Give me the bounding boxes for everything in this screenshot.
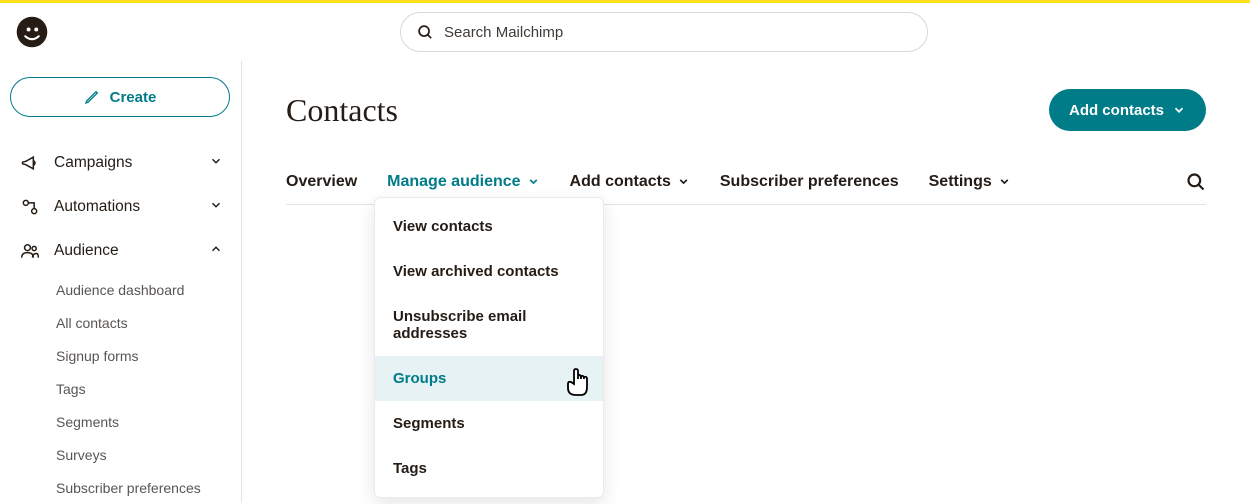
tab-settings[interactable]: Settings <box>929 159 1011 204</box>
add-contacts-button[interactable]: Add contacts <box>1049 89 1206 131</box>
add-contacts-label: Add contacts <box>1069 102 1164 119</box>
search-placeholder: Search Mailchimp <box>444 24 563 41</box>
search-input[interactable]: Search Mailchimp <box>400 12 928 52</box>
sidebar-item-campaigns[interactable]: Campaigns <box>10 141 231 185</box>
dropdown-item-tags[interactable]: Tags <box>375 446 603 491</box>
search-icon <box>417 24 434 41</box>
mailchimp-logo[interactable] <box>12 12 52 52</box>
dropdown-item-unsubscribe-email-addresses[interactable]: Unsubscribe email addresses <box>375 294 603 356</box>
search-icon <box>1186 172 1206 192</box>
chevron-down-icon <box>998 175 1011 188</box>
chevron-down-icon <box>209 154 223 173</box>
create-button-label: Create <box>110 89 157 106</box>
sidebar-sub-surveys[interactable]: Surveys <box>56 438 231 471</box>
manage-audience-dropdown: View contacts View archived contacts Uns… <box>374 197 604 498</box>
tab-overview[interactable]: Overview <box>286 159 357 204</box>
chevron-down-icon <box>1172 103 1186 117</box>
sidebar-sub-subscriber-preferences[interactable]: Subscriber preferences <box>56 471 231 504</box>
dropdown-item-segments[interactable]: Segments <box>375 401 603 446</box>
sidebar-item-label: Audience <box>54 242 119 260</box>
create-button[interactable]: Create <box>10 77 230 117</box>
chevron-down-icon <box>677 175 690 188</box>
sidebar-item-label: Campaigns <box>54 154 132 172</box>
chevron-down-icon <box>527 175 540 188</box>
pencil-icon <box>84 89 100 105</box>
sidebar-item-audience[interactable]: Audience <box>10 229 231 273</box>
sidebar-sub-all-contacts[interactable]: All contacts <box>56 306 231 339</box>
sidebar: Create Campaigns Automations Audience <box>0 61 242 503</box>
chevron-down-icon <box>209 198 223 217</box>
contacts-search-button[interactable] <box>1186 172 1206 192</box>
dropdown-item-view-contacts[interactable]: View contacts <box>375 204 603 249</box>
mailchimp-logo-icon <box>15 15 49 49</box>
page-title: Contacts <box>286 92 398 129</box>
chevron-up-icon <box>209 242 223 261</box>
dropdown-item-view-archived-contacts[interactable]: View archived contacts <box>375 249 603 294</box>
automation-icon <box>18 197 42 217</box>
sidebar-item-label: Automations <box>54 198 140 216</box>
sidebar-sub-signup-forms[interactable]: Signup forms <box>56 339 231 372</box>
sidebar-item-automations[interactable]: Automations <box>10 185 231 229</box>
sidebar-sub-segments[interactable]: Segments <box>56 405 231 438</box>
tab-subscriber-preferences[interactable]: Subscriber preferences <box>720 159 899 204</box>
sidebar-audience-submenu: Audience dashboard All contacts Signup f… <box>10 273 231 504</box>
megaphone-icon <box>18 153 42 173</box>
audience-icon <box>18 241 42 261</box>
sidebar-sub-audience-dashboard[interactable]: Audience dashboard <box>56 273 231 306</box>
top-bar: Search Mailchimp <box>0 3 1250 61</box>
sidebar-sub-tags[interactable]: Tags <box>56 372 231 405</box>
dropdown-item-groups[interactable]: Groups <box>375 356 603 401</box>
